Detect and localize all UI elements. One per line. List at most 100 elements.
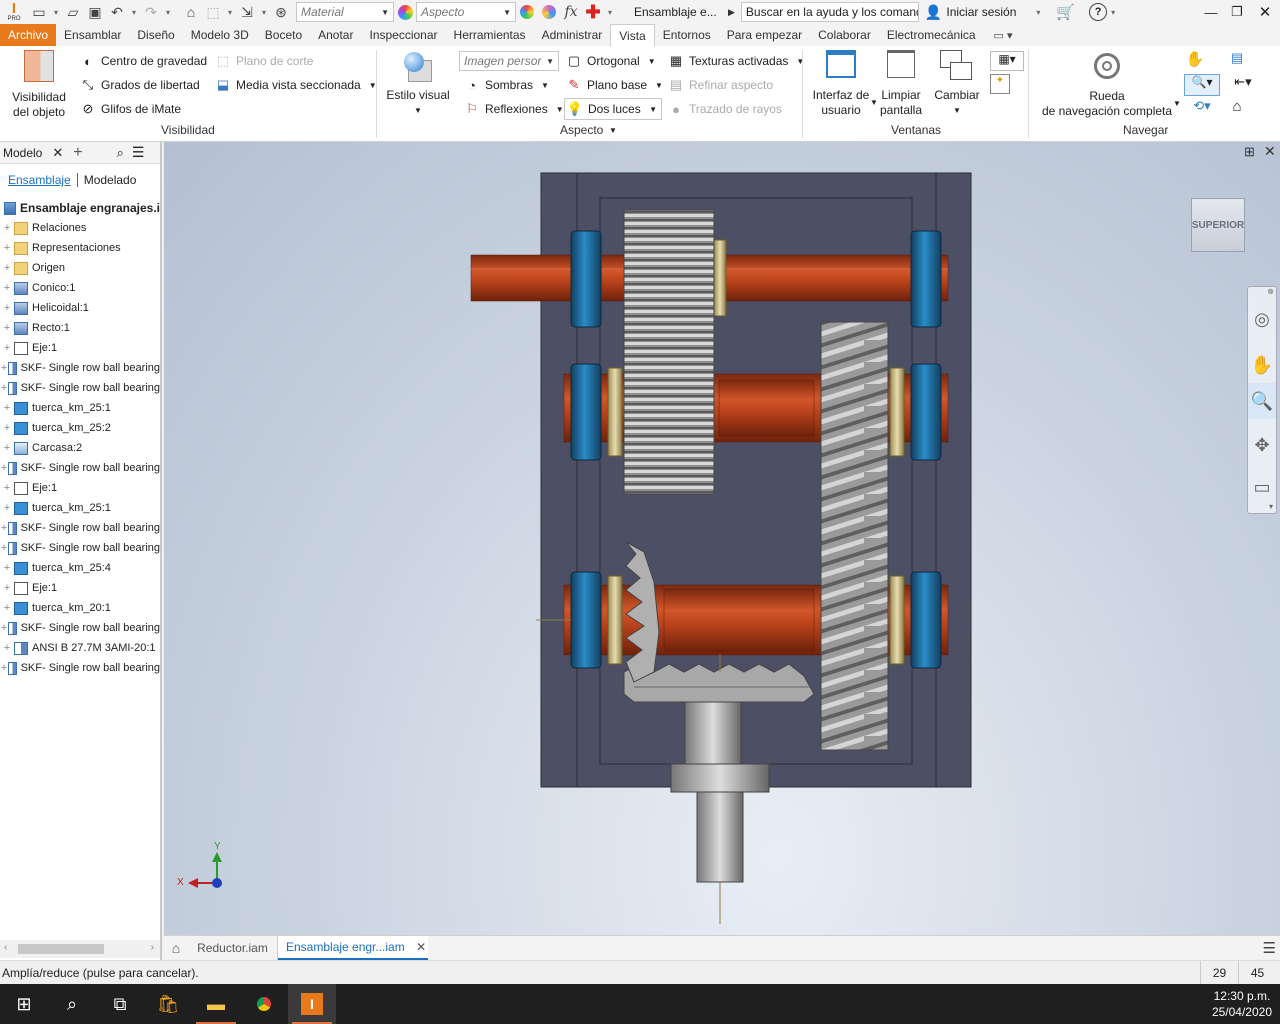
viewport-close-icon[interactable]: ✕ [1264, 143, 1276, 160]
aspect-combo[interactable]: Aspecto ▼ [416, 2, 516, 22]
select-dropdown-icon[interactable]: ▾ [224, 8, 236, 17]
tree-item[interactable]: + Origen [0, 258, 160, 278]
update-icon[interactable]: ⇲ [236, 1, 258, 23]
clean-screen-button[interactable]: Limpiar pantalla [876, 50, 926, 118]
orthographic-button[interactable]: ▢ Ortogonal ▼ [566, 53, 656, 69]
tree-item[interactable]: + Relaciones [0, 218, 160, 238]
doc-tab-ensamblaje[interactable]: Ensamblaje engr...iam ✕ [278, 935, 428, 960]
expand-icon[interactable]: + [0, 562, 14, 574]
tree-item[interactable]: + Carcasa:2 [0, 438, 160, 458]
expand-icon[interactable]: + [0, 402, 14, 414]
help-icon[interactable]: ? [1089, 3, 1108, 21]
home-icon[interactable]: ⌂ [180, 1, 202, 23]
orbit-icon[interactable]: ⟲▾ [1184, 98, 1220, 120]
undo-dropdown-icon[interactable]: ▾ [128, 8, 140, 17]
task-view-icon[interactable]: ⧉ [96, 984, 144, 1024]
help-dropdown-icon[interactable]: ▾ [1107, 8, 1119, 17]
tree-item[interactable]: + Eje:1 [0, 578, 160, 598]
tree-item[interactable]: + SKF- Single row ball bearing [0, 618, 160, 638]
panel-expand-icon[interactable]: ▼ [609, 126, 617, 135]
tree-item[interactable]: + Recto:1 [0, 318, 160, 338]
tabs-menu-icon[interactable]: ☰ [1263, 939, 1276, 957]
chevron-down-icon[interactable]: ▼ [796, 57, 804, 66]
cart-icon[interactable]: 🛒 [1056, 3, 1075, 21]
expand-icon[interactable]: + [0, 502, 14, 514]
expand-icon[interactable]: + [0, 522, 8, 534]
pan-icon[interactable]: ✋ [1184, 50, 1206, 70]
horizontal-scrollbar[interactable]: ‹ › [0, 940, 160, 958]
expand-icon[interactable]: + [0, 362, 8, 374]
chevron-down-icon[interactable]: ▼ [1173, 99, 1181, 108]
navbar-close-icon[interactable]: ⊗ [1267, 287, 1274, 296]
clock[interactable]: 12:30 p.m. 25/04/2020 [1212, 988, 1272, 1020]
user-icon[interactable]: 👤 [925, 4, 942, 21]
save-icon[interactable]: ▣ [84, 1, 106, 23]
tab-vista[interactable]: Vista [610, 24, 655, 46]
tree-item[interactable]: + Eje:1 [0, 478, 160, 498]
tree-item[interactable]: + tuerca_km_25:1 [0, 498, 160, 518]
expand-icon[interactable]: + [0, 242, 14, 254]
tree-item[interactable]: + SKF- Single row ball bearing [0, 538, 160, 558]
object-visibility-button[interactable]: Visibilidad del objeto [6, 50, 72, 120]
tab-ensamblaje[interactable]: Ensamblaje [8, 173, 71, 187]
section-plane-button[interactable]: ⬚ Plano de corte [215, 53, 314, 69]
viewport-maximize-icon[interactable]: ⊞ [1244, 144, 1255, 160]
appearance-ball-icon[interactable] [394, 1, 416, 23]
add-browser-icon[interactable]: + [73, 144, 82, 162]
pan-hand-icon[interactable]: ✋ [1248, 347, 1276, 383]
fx-icon[interactable]: fx [560, 1, 582, 23]
doc-tab-reductor[interactable]: Reductor.iam [188, 935, 278, 960]
tree-item[interactable]: + tuerca_km_25:1 [0, 398, 160, 418]
close-tab-icon[interactable]: ✕ [416, 940, 426, 954]
expand-icon[interactable]: + [0, 342, 14, 354]
tree-item[interactable]: + SKF- Single row ball bearing [0, 378, 160, 398]
arrange-windows-icon[interactable]: ▦▾ [990, 51, 1024, 71]
image-style-combo[interactable]: Imagen persor ▼ [459, 51, 559, 71]
expand-icon[interactable]: + [0, 302, 14, 314]
tab-archivo[interactable]: Archivo [0, 24, 57, 46]
zoom-icon[interactable]: 🔍▾ [1184, 74, 1220, 96]
new-dropdown-icon[interactable]: ▾ [50, 8, 62, 17]
look-at-icon[interactable]: ▭ [1248, 469, 1276, 505]
home-view-icon[interactable]: ⌂ [1226, 98, 1248, 120]
update-dropdown-icon[interactable]: ▾ [258, 8, 270, 17]
tree-item[interactable]: + tuerca_km_25:4 [0, 558, 160, 578]
half-section-button[interactable]: ⬓ Media vista seccionada ▼ [215, 77, 377, 93]
expand-icon[interactable]: + [0, 622, 8, 634]
tree-root[interactable]: Ensamblaje engranajes.i [0, 198, 160, 218]
ground-plane-button[interactable]: ✎ Plano base ▼ [566, 77, 663, 93]
signin-dropdown-icon[interactable]: ▾ [1032, 8, 1044, 17]
view-face-icon[interactable]: ▤ [1226, 50, 1248, 70]
tab-ensamblar[interactable]: Ensamblar [56, 24, 129, 46]
chevron-down-icon[interactable]: ▼ [648, 57, 656, 66]
expand-icon[interactable]: + [0, 462, 8, 474]
redo-icon[interactable]: ↷ [140, 1, 162, 23]
expand-icon[interactable]: + [0, 262, 14, 274]
reflections-button[interactable]: ⚐ Reflexiones ▼ [464, 101, 564, 117]
expand-icon[interactable]: + [0, 422, 14, 434]
signin-link[interactable]: Iniciar sesión [946, 5, 1016, 19]
scroll-left-icon[interactable]: ‹ [4, 942, 7, 953]
clear-appearance-icon[interactable] [538, 1, 560, 23]
tree-item[interactable]: + Eje:1 [0, 338, 160, 358]
lighting-combo[interactable]: 💡 Dos luces ▼ [564, 98, 662, 120]
gear-assembly-drawing[interactable] [164, 142, 1280, 935]
tree-item[interactable]: + Representaciones [0, 238, 160, 258]
scroll-thumb[interactable] [18, 944, 104, 954]
select-icon[interactable]: ⬚ [202, 1, 224, 23]
minimize-icon[interactable]: — [1198, 5, 1224, 20]
textures-button[interactable]: ▦ Texturas activadas ▼ [668, 53, 804, 69]
tree-item[interactable]: + tuerca_km_25:2 [0, 418, 160, 438]
tab-administrar[interactable]: Administrar [534, 24, 611, 46]
expand-icon[interactable]: + [0, 582, 14, 594]
restore-icon[interactable]: ❐ [1224, 4, 1250, 20]
chevron-down-icon[interactable]: ▼ [556, 105, 564, 114]
chrome-icon[interactable] [240, 984, 288, 1024]
windows-start-icon[interactable]: ⊞ [0, 984, 48, 1024]
tab-entornos[interactable]: Entornos [655, 24, 719, 46]
expand-icon[interactable]: + [0, 602, 14, 614]
refine-aspect-button[interactable]: ▤ Refinar aspecto [668, 77, 773, 93]
switch-window-button[interactable]: Cambiar ▼ [930, 50, 984, 118]
tree-item[interactable]: + tuerca_km_20:1 [0, 598, 160, 618]
expand-icon[interactable]: + [0, 642, 14, 654]
